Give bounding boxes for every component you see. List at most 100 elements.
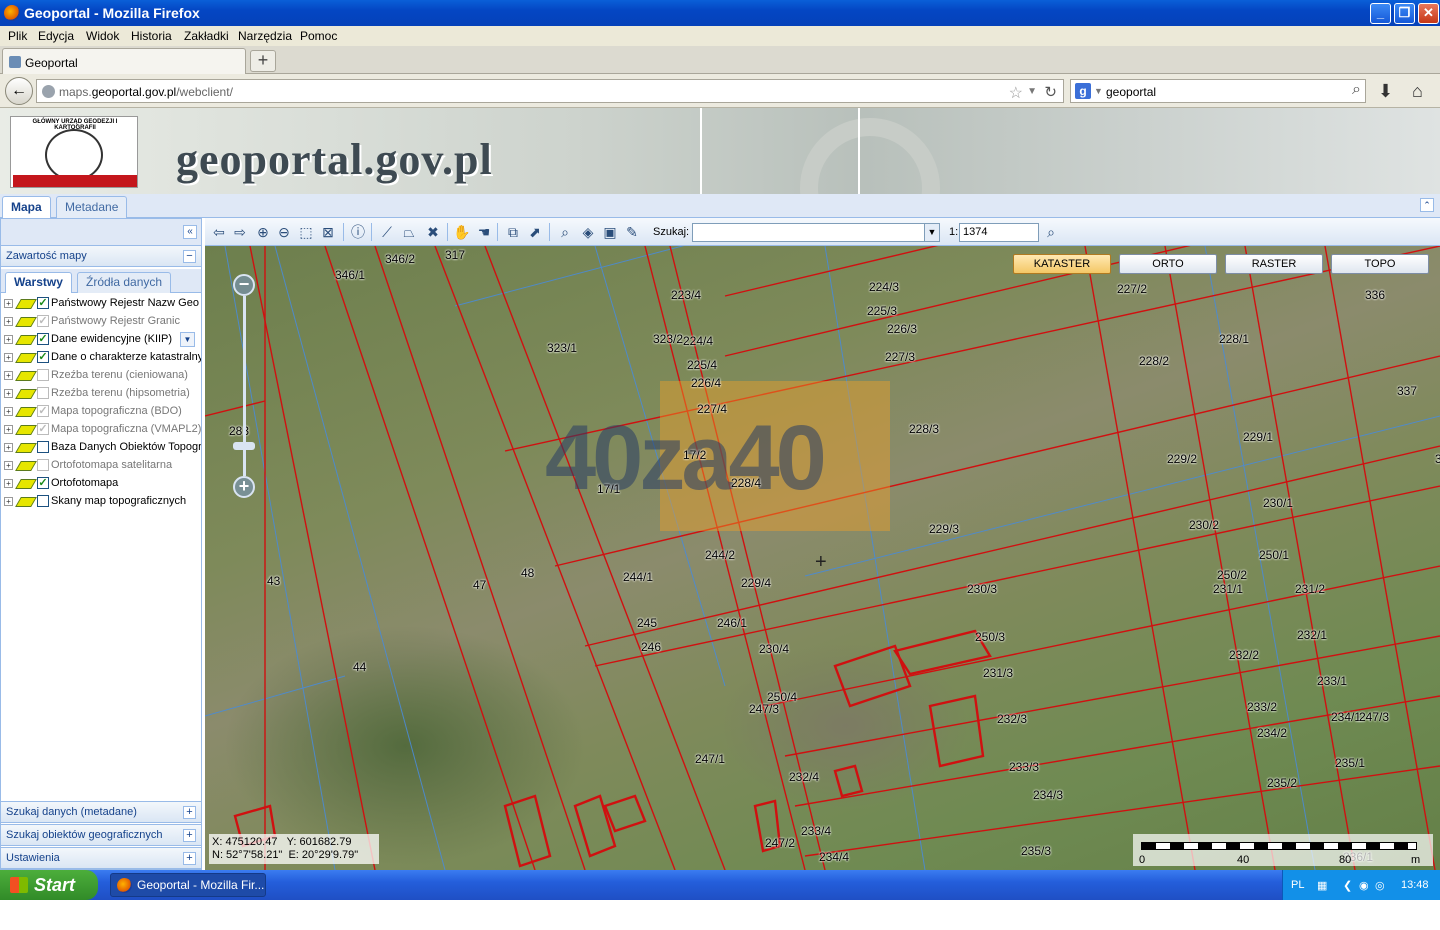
network-icon[interactable]: ◎	[1375, 879, 1385, 892]
maximize-button[interactable]: ❐	[1394, 3, 1415, 24]
browser-tab[interactable]: Geoportal	[2, 48, 246, 74]
expand-layer-icon[interactable]: +	[4, 353, 13, 362]
tab-metadane[interactable]: Metadane	[56, 196, 128, 218]
save-icon[interactable]: ▣	[602, 224, 618, 240]
layer-row[interactable]: + ✓ Państwowy Rejestr Nazw Geo	[1, 295, 201, 313]
minimize-button[interactable]: _	[1370, 3, 1391, 24]
expand-layer-icon[interactable]: +	[4, 299, 13, 308]
expand-layer-icon[interactable]: +	[4, 407, 13, 416]
layer-row[interactable]: + ✓ Dane ewidencyjne (KIIP) ▼	[1, 331, 201, 349]
clear-measure-icon[interactable]: ✖	[425, 224, 441, 240]
layer-checkbox[interactable]: ✓	[37, 297, 49, 309]
expand-icon[interactable]: +	[183, 806, 196, 819]
layer-row[interactable]: + Rzeźba terenu (hipsometria)	[1, 385, 201, 403]
collapse-panel-icon[interactable]: «	[183, 225, 197, 239]
expand-icon[interactable]: +	[183, 852, 196, 865]
taskbar-firefox-item[interactable]: Geoportal - Mozilla Fir...	[110, 873, 266, 897]
new-tab-button[interactable]: +	[250, 50, 276, 72]
layer-checkbox[interactable]: ✓	[37, 315, 49, 327]
layer-checkbox[interactable]: ✓	[37, 351, 49, 363]
tray-arrow-icon[interactable]: ❮	[1343, 879, 1352, 892]
layer-row[interactable]: + ✓ Ortofotomapa	[1, 475, 201, 493]
menu-tools[interactable]: Narzędzia	[238, 29, 292, 43]
layer-checkbox[interactable]: ✓	[37, 477, 49, 489]
tab-mapa[interactable]: Mapa	[2, 196, 51, 218]
keyboard-icon[interactable]: ▦	[1317, 879, 1327, 892]
map-canvas[interactable]: 40za40 346/1 346/2 317 223/4 224/3 225/3 226/3…	[205, 246, 1440, 870]
search-objects-section[interactable]: Szukaj obiektów geograficznych +	[1, 824, 201, 846]
layer-row[interactable]: + Skany map topograficznych	[1, 493, 201, 511]
pan-right-icon[interactable]: ⇨	[232, 224, 248, 240]
measure-area-icon[interactable]: ⏢	[401, 224, 417, 240]
expand-layer-icon[interactable]: +	[4, 443, 13, 452]
zoom-slider-thumb[interactable]	[233, 442, 255, 450]
edit-icon[interactable]: ✎	[624, 224, 640, 240]
basemap-topo-button[interactable]: TOPO	[1331, 254, 1429, 274]
zoom-out-button[interactable]: −	[233, 274, 255, 296]
zoom-out-icon[interactable]: ⊖	[276, 224, 292, 240]
layer-row[interactable]: + Baza Danych Obiektów Topogr	[1, 439, 201, 457]
export-icon[interactable]: ⬈	[527, 224, 543, 240]
zoom-box-icon[interactable]: ⬚	[298, 224, 314, 240]
search-bar[interactable]: g ▼ geoportal ⌕	[1070, 79, 1366, 103]
menu-help[interactable]: Pomoc	[300, 29, 337, 43]
url-dropdown-icon[interactable]: ▼	[1027, 86, 1037, 97]
layer-checkbox[interactable]	[37, 441, 49, 453]
download-icon[interactable]: ⬇	[1378, 81, 1393, 102]
search-metadata-section[interactable]: Szukaj danych (metadane) +	[1, 801, 201, 823]
expand-layer-icon[interactable]: +	[4, 389, 13, 398]
home-icon[interactable]: ⌂	[1412, 81, 1423, 102]
layer-checkbox[interactable]: ✓	[37, 405, 49, 417]
menu-file[interactable]: Plik	[8, 29, 27, 43]
basemap-orto-button[interactable]: ORTO	[1119, 254, 1217, 274]
menu-edit[interactable]: Edycja	[38, 29, 74, 43]
expand-layer-icon[interactable]: +	[4, 479, 13, 488]
pan-left-icon[interactable]: ⇦	[211, 224, 227, 240]
menu-history[interactable]: Historia	[131, 29, 172, 43]
expand-layer-icon[interactable]: +	[4, 317, 13, 326]
bookmark-star-icon[interactable]: ☆	[1009, 83, 1023, 103]
tab-warstwy[interactable]: Warstwy	[5, 272, 72, 293]
search-map-icon[interactable]: ⌕	[557, 224, 573, 240]
layer-checkbox[interactable]: ✓	[37, 423, 49, 435]
layer-row[interactable]: + Rzeźba terenu (cieniowana)	[1, 367, 201, 385]
select-icon[interactable]: ☚	[476, 224, 492, 240]
settings-section[interactable]: Ustawienia +	[1, 847, 201, 869]
full-extent-icon[interactable]: ⊠	[320, 224, 336, 240]
expand-layer-icon[interactable]: +	[4, 497, 13, 506]
expand-layer-icon[interactable]: +	[4, 461, 13, 470]
expand-icon[interactable]: +	[183, 829, 196, 842]
measure-distance-icon[interactable]: ⟋	[379, 224, 395, 240]
layer-checkbox[interactable]	[37, 459, 49, 471]
layer-checkbox[interactable]	[37, 387, 49, 399]
layer-row[interactable]: + ✓ Mapa topograficzna (BDO)	[1, 403, 201, 421]
hand-icon[interactable]: ✋	[453, 224, 470, 240]
reload-icon[interactable]: ↻	[1044, 83, 1057, 101]
close-button[interactable]: ✕	[1418, 3, 1439, 24]
map-content-section[interactable]: Zawartość mapy −	[1, 245, 201, 267]
layer-options-dropdown-icon[interactable]: ▼	[180, 332, 195, 347]
layer-row[interactable]: + Ortofotomapa satelitarna	[1, 457, 201, 475]
basemap-raster-button[interactable]: RASTER	[1225, 254, 1323, 274]
expand-layer-icon[interactable]: +	[4, 425, 13, 434]
search-icon[interactable]: ⌕	[1352, 81, 1361, 99]
info-icon[interactable]: ⓘ	[350, 224, 366, 240]
search-engine-dropdown-icon[interactable]: ▼	[1094, 86, 1103, 96]
layer-row[interactable]: + ✓ Państwowy Rejestr Granic	[1, 313, 201, 331]
google-icon[interactable]: g	[1075, 83, 1091, 99]
layer-row[interactable]: + ✓ Dane o charakterze katastralnym	[1, 349, 201, 367]
start-button[interactable]: Start	[0, 870, 98, 900]
scale-input[interactable]: 1374	[959, 223, 1039, 242]
layer-row[interactable]: + ✓ Mapa topograficzna (VMAPL2)	[1, 421, 201, 439]
back-button[interactable]: ←	[5, 77, 33, 105]
zoom-in-button[interactable]: +	[233, 476, 255, 498]
antivirus-icon[interactable]: ◉	[1359, 879, 1369, 892]
menu-view[interactable]: Widok	[86, 29, 119, 43]
tab-zrodla-danych[interactable]: Źródła danych	[77, 272, 172, 293]
map-search-dropdown-icon[interactable]: ▼	[924, 223, 940, 242]
scale-go-icon[interactable]: ⌕	[1043, 224, 1059, 240]
basemap-kataster-button[interactable]: KATASTER	[1013, 254, 1111, 274]
wms-icon[interactable]: ◈	[580, 224, 596, 240]
layer-checkbox[interactable]	[37, 495, 49, 507]
map-search-input[interactable]	[692, 223, 940, 242]
